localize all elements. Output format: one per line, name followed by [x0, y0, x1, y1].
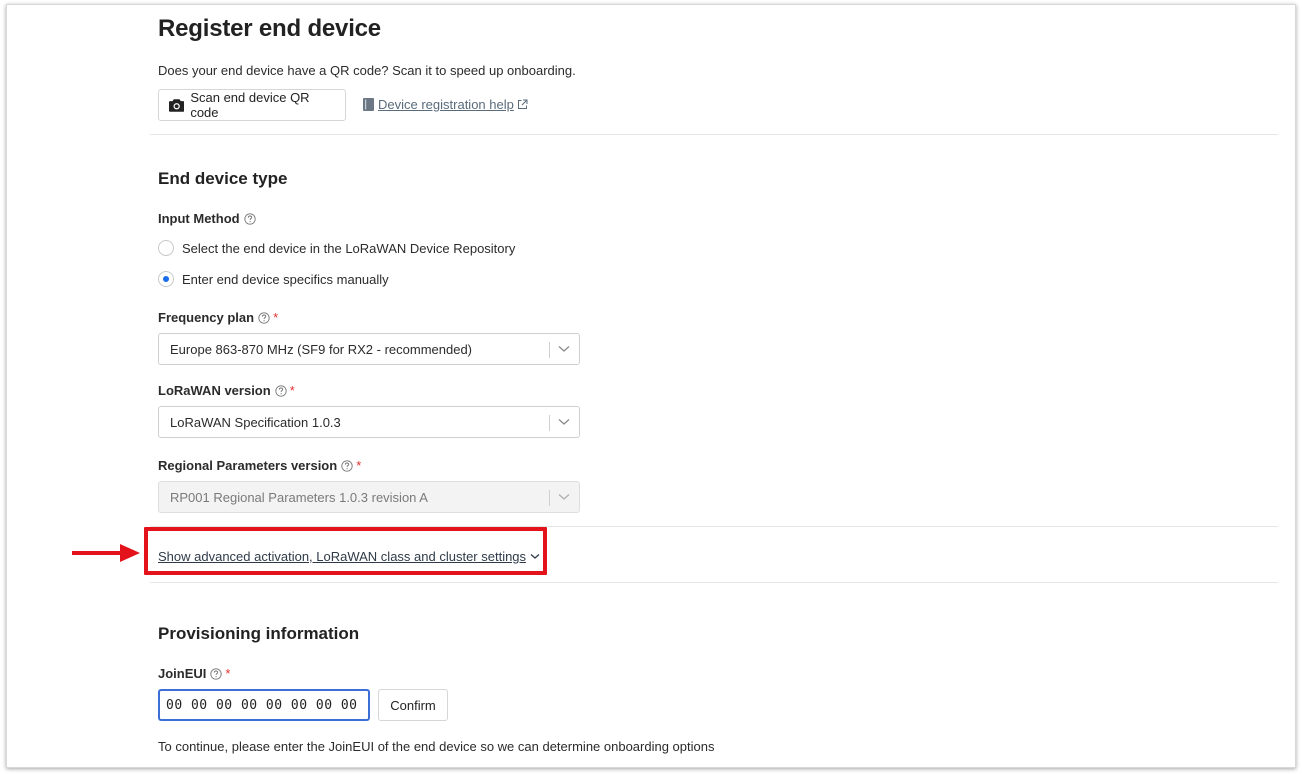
regional-params-label: Regional Parameters version * [158, 458, 361, 473]
page-title: Register end device [158, 15, 381, 42]
required-asterisk: * [289, 383, 295, 398]
highlight-box [144, 527, 547, 575]
radio-manual-entry-label: Enter end device specifics manually [182, 271, 389, 287]
select-separator [549, 490, 550, 506]
radio-device-repository-label: Select the end device in the LoRaWAN Dev… [182, 240, 516, 256]
end-device-type-title: End device type [158, 169, 288, 188]
select-separator [549, 415, 550, 431]
frequency-plan-label: Frequency plan * [158, 310, 278, 325]
radio-button-checked[interactable] [158, 271, 174, 287]
device-registration-help-link[interactable]: Device registration help [363, 97, 528, 112]
joineui-label: JoinEUI * [158, 666, 230, 681]
frequency-plan-value: Europe 863-870 MHz (SF9 for RX2 - recomm… [170, 341, 473, 357]
radio-device-repository[interactable]: Select the end device in the LoRaWAN Dev… [158, 240, 515, 256]
provisioning-info-title: Provisioning information [158, 624, 360, 643]
chevron-down-icon [558, 494, 570, 500]
confirm-button-label: Confirm [390, 697, 436, 713]
required-asterisk: * [273, 310, 279, 325]
divider [150, 582, 1278, 583]
app-frame: Register end device Does your end device… [6, 4, 1296, 768]
joineui-label-text: JoinEUI [158, 666, 207, 681]
select-separator [549, 342, 550, 358]
scan-qr-button-label: Scan end device QR code [190, 90, 310, 120]
chevron-down-icon [558, 419, 570, 425]
help-link-label: Device registration help [378, 97, 514, 112]
joineui-input[interactable]: 00 00 00 00 00 00 00 00 [158, 689, 370, 721]
regional-params-label-text: Regional Parameters version [158, 458, 338, 473]
required-asterisk: * [225, 666, 231, 681]
lorawan-version-select[interactable]: LoRaWAN Specification 1.0.3 [158, 406, 580, 438]
scan-qr-button[interactable]: Scan end device QR code [158, 89, 346, 121]
chevron-down-icon [558, 346, 570, 352]
radio-manual-entry[interactable]: Enter end device specifics manually [158, 271, 389, 287]
help-circle-icon[interactable] [210, 667, 223, 680]
frequency-plan-label-text: Frequency plan [158, 310, 255, 325]
regional-params-select: RP001 Regional Parameters 1.0.3 revision… [158, 481, 580, 513]
register-form: Register end device Does your end device… [150, 5, 1278, 767]
input-method-label: Input Method [158, 211, 256, 226]
lorawan-version-label-text: LoRaWAN version [158, 383, 271, 398]
radio-button[interactable] [158, 240, 174, 256]
frequency-plan-select[interactable]: Europe 863-870 MHz (SF9 for RX2 - recomm… [158, 333, 580, 365]
help-circle-icon[interactable] [243, 212, 256, 225]
regional-params-value: RP001 Regional Parameters 1.0.3 revision… [170, 489, 428, 505]
camera-icon [169, 99, 185, 112]
confirm-button[interactable]: Confirm [378, 689, 448, 721]
help-circle-icon[interactable] [275, 384, 287, 397]
help-circle-icon[interactable] [258, 311, 270, 324]
joineui-hint-text: To continue, please enter the JoinEUI of… [158, 739, 715, 754]
arrow-right-icon [72, 544, 140, 562]
lorawan-version-label: LoRaWAN version * [158, 383, 295, 398]
required-asterisk: * [356, 458, 362, 473]
divider [150, 134, 1278, 135]
qr-question-text: Does your end device have a QR code? Sca… [158, 63, 576, 78]
lorawan-version-value: LoRaWAN Specification 1.0.3 [170, 414, 341, 430]
book-icon [363, 98, 374, 111]
help-circle-icon[interactable] [341, 459, 353, 472]
external-link-icon [517, 99, 528, 109]
input-method-label-text: Input Method [158, 211, 240, 226]
